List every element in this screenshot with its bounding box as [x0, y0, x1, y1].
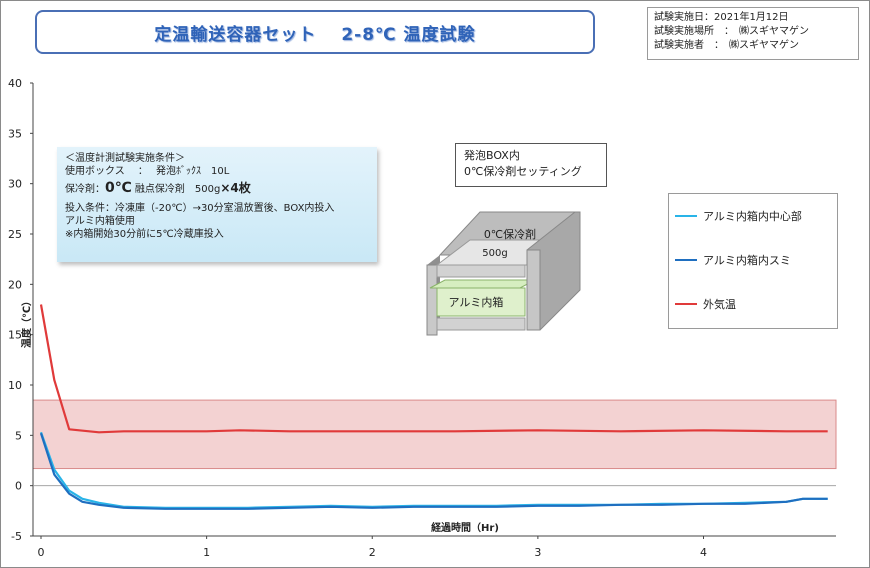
setting-line-1: 発泡BOX内 [464, 149, 520, 162]
conditions-input-3: ※内箱開始30分前に5℃冷蔵庫投入 [65, 229, 224, 240]
y-tick-label: 40 [8, 77, 22, 90]
y-tick-label: 15 [8, 329, 22, 342]
coolant-prefix: 保冷剤： [65, 184, 105, 195]
y-axis-label: 温度（℃） [20, 296, 33, 348]
coolant-weight: 融点保冷剤 500g [131, 184, 221, 195]
coolant-temp: 0℃ [105, 180, 132, 196]
y-tick-label: 30 [8, 178, 22, 191]
conditions-input-1: 投入条件：冷凍庫（-20℃）→30分室温放置後、BOX内投入 [65, 203, 335, 214]
conditions-input-2: アルミ内箱使用 [65, 216, 135, 227]
x-tick-label: 4 [700, 546, 707, 559]
x-axis-label: 経過時間（Hr) [431, 521, 499, 534]
legend-item-corner: アルミ内箱内スミ [675, 252, 791, 268]
conditions-coolant: 保冷剤：0℃ 融点保冷剤 500g×4枚 [65, 180, 377, 196]
y-tick-label: 20 [8, 278, 22, 291]
legend-item-center: アルミ内箱内中心部 [675, 208, 802, 224]
test-location: 試験実施場所 ： ㈱スギヤマゲン [654, 26, 809, 37]
conditions-heading: ＜温度計測試験実施条件＞ [65, 153, 185, 164]
legend-label-outside: 外気温 [703, 298, 736, 311]
y-tick-label: 0 [15, 480, 22, 493]
coolant-count: ×4枚 [220, 181, 251, 195]
y-tick-label: 25 [8, 228, 22, 241]
title-box: 定温輸送容器セット 2-8℃ 温度試験 [35, 10, 595, 54]
legend-label-center: アルミ内箱内中心部 [703, 210, 802, 223]
legend: アルミ内箱内中心部 アルミ内箱内スミ 外気温 [668, 193, 838, 329]
legend-label-corner: アルミ内箱内スミ [703, 254, 791, 267]
chart-title: 定温輸送容器セット 2-8℃ 温度試験 [154, 24, 476, 45]
x-tick-label: 0 [38, 546, 45, 559]
test-info-box: 試験実施日：2021年1月12日 試験実施場所 ： ㈱スギヤマゲン 試験実施者 … [647, 7, 859, 60]
legend-swatch-center [675, 215, 697, 217]
x-tick-label: 2 [369, 546, 376, 559]
x-tick-label: 3 [534, 546, 541, 559]
y-tick-label: 10 [8, 379, 22, 392]
y-tick-label: -5 [11, 530, 22, 543]
setting-line-2: 0℃保冷剤セッティング [464, 165, 582, 178]
legend-swatch-outside [675, 303, 697, 305]
conditions-box-type: 使用ボックス ： 発泡ﾎﾞｯｸｽ 10L [65, 166, 230, 177]
y-tick-label: 35 [8, 127, 22, 140]
test-date: 試験実施日：2021年1月12日 [654, 12, 789, 23]
legend-item-outside: 外気温 [675, 296, 736, 312]
y-tick-label: 5 [15, 429, 22, 442]
x-tick-label: 1 [203, 546, 210, 559]
conditions-box: ＜温度計測試験実施条件＞ 使用ボックス ： 発泡ﾎﾞｯｸｽ 10L 保冷剤：0℃… [57, 147, 377, 262]
setting-note-box: 発泡BOX内 0℃保冷剤セッティング [455, 143, 607, 187]
legend-swatch-corner [675, 259, 697, 261]
target-range-band [32, 399, 837, 470]
test-operator: 試験実施者 ： ㈱スギヤマゲン [654, 40, 799, 51]
